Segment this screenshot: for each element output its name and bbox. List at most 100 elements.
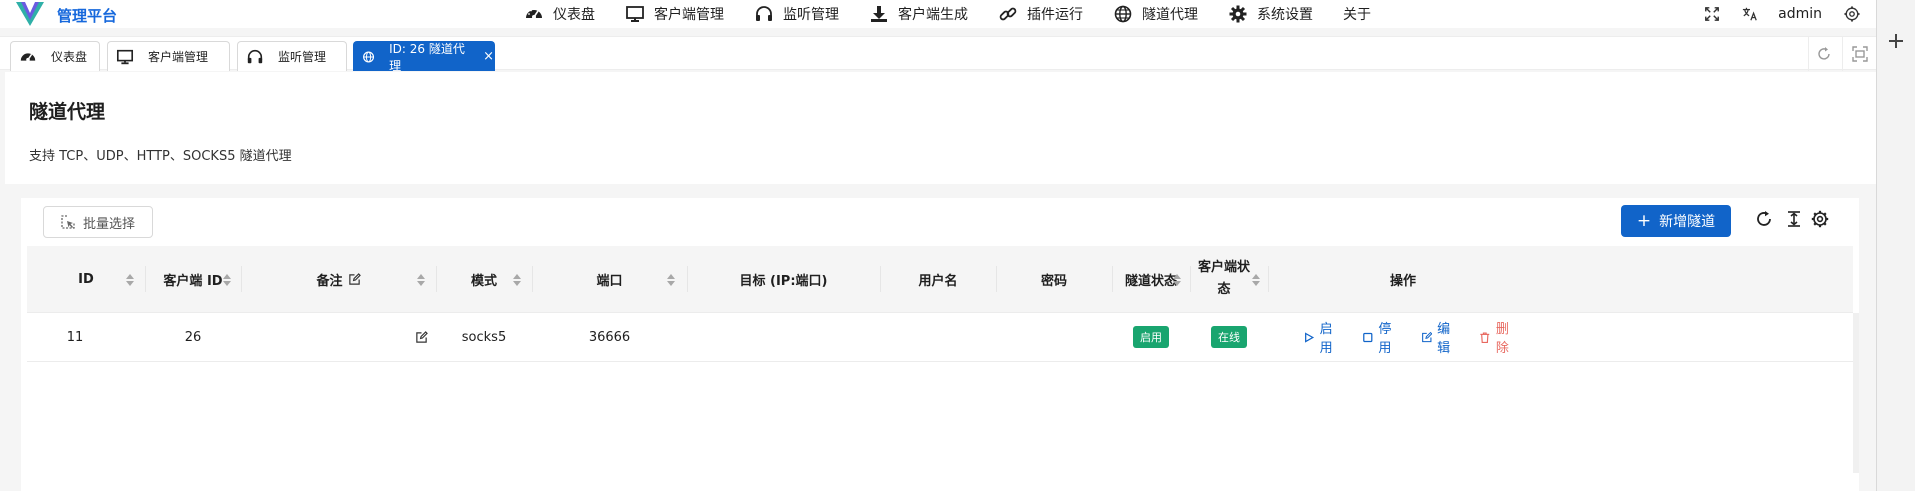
nav-item-client-gen[interactable]: 客户端生成: [869, 0, 968, 28]
monitor-icon: [626, 6, 644, 22]
reload-icon[interactable]: [1755, 210, 1773, 228]
close-icon[interactable]: ×: [483, 49, 494, 64]
edit-button[interactable]: 编辑: [1421, 318, 1461, 356]
sort-icon[interactable]: [1252, 274, 1260, 286]
settings-icon[interactable]: [1844, 6, 1860, 22]
sort-icon[interactable]: [223, 274, 231, 286]
edit-icon[interactable]: [415, 330, 428, 344]
tab-dashboard[interactable]: 仪表盘: [10, 41, 100, 71]
nav-item-tunnel[interactable]: 隧道代理: [1113, 0, 1198, 28]
cell-tunnel-status: 启用: [1112, 313, 1190, 361]
table-header: ID 客户端 ID 备注 模式 端口 目标 (IP:端口) 用户名 密码 隧道状…: [27, 246, 1853, 313]
col-header-label: 客户端 ID: [163, 273, 223, 289]
column-settings-icon[interactable]: [1811, 210, 1829, 228]
tab-label: 仪表盘: [51, 50, 88, 64]
fullscreen-icon[interactable]: [1704, 6, 1720, 22]
col-header-label: 用户名: [918, 273, 958, 289]
col-header-actions: 操作: [1268, 246, 1538, 312]
app-root: 管理平台 仪表盘 客户端管理 监听管理 客户端生成 插件运行 隧道代理 系统设置…: [0, 0, 1876, 491]
right-side-rail: [1876, 0, 1915, 491]
tunnel-table-card: 批量选择 + 新增隧道 ID 客户端 ID 备注 模式 端口 目标 (IP:端口…: [21, 198, 1859, 491]
top-header: 管理平台 仪表盘 客户端管理 监听管理 客户端生成 插件运行 隧道代理 系统设置…: [0, 0, 1876, 28]
col-header-label: 密码: [1040, 273, 1067, 289]
column-height-icon[interactable]: [1785, 210, 1803, 228]
col-header-label: 目标 (IP:端口): [739, 273, 828, 289]
col-header-label: 态: [1217, 282, 1231, 297]
refresh-icon[interactable]: [1816, 46, 1832, 62]
cell-username: [880, 313, 996, 361]
col-header-username: 用户名: [880, 246, 996, 312]
delete-button[interactable]: 删除: [1479, 318, 1519, 356]
col-header-label: 隧道状态: [1124, 273, 1177, 289]
headphones-icon: [247, 49, 263, 63]
sort-icon[interactable]: [667, 274, 675, 286]
brand-title[interactable]: 管理平台: [57, 5, 117, 26]
status-badge: 在线: [1211, 326, 1247, 348]
col-header-label: 端口: [596, 273, 623, 289]
add-icon[interactable]: [1889, 34, 1903, 48]
dashboard-icon: [526, 8, 542, 19]
status-badge: 启用: [1133, 326, 1169, 348]
enable-button[interactable]: 启用: [1303, 318, 1343, 356]
sort-icon[interactable]: [417, 274, 425, 286]
cell-id: 11: [66, 329, 84, 345]
cell-actions: 启用 停用 编辑 删除: [1268, 313, 1538, 361]
tab-clients[interactable]: 客户端管理: [107, 41, 230, 71]
globe-icon: [363, 51, 375, 62]
nav-item-clients[interactable]: 客户端管理: [625, 0, 724, 28]
cell-target: [687, 313, 880, 361]
tab-label: ID: 26 隧道代理: [389, 41, 465, 73]
disable-button[interactable]: 停用: [1362, 318, 1402, 356]
nav-item-listeners[interactable]: 监听管理: [754, 0, 839, 28]
divider: [1842, 37, 1843, 71]
col-header-password: 密码: [996, 246, 1112, 312]
add-tunnel-button[interactable]: + 新增隧道: [1621, 205, 1731, 237]
v-logo-icon[interactable]: [16, 2, 44, 26]
globe-icon: [1114, 5, 1132, 23]
user-name[interactable]: admin: [1778, 6, 1822, 22]
nav-label: 系统设置: [1257, 7, 1313, 23]
disable-label: 停用: [1378, 322, 1392, 356]
col-header-label: 客户端状: [1197, 260, 1250, 275]
sort-icon[interactable]: [1173, 274, 1181, 286]
edit-icon: [348, 272, 361, 285]
nav-label: 插件运行: [1027, 7, 1083, 23]
nav-item-plugins[interactable]: 插件运行: [998, 0, 1083, 28]
plus-icon: +: [1636, 211, 1652, 231]
col-header-port[interactable]: 端口: [532, 246, 687, 312]
page-title: 隧道代理: [29, 101, 106, 123]
batch-select-label: 批量选择: [82, 216, 135, 232]
dashboard-icon: [20, 52, 36, 61]
col-header-label: 备注: [316, 273, 343, 289]
sort-icon[interactable]: [513, 274, 521, 286]
enable-label: 启用: [1319, 322, 1333, 356]
col-header-label: 操作: [1389, 273, 1416, 289]
language-icon[interactable]: [1742, 6, 1758, 22]
table-scrollbar[interactable]: [1853, 313, 1859, 473]
maximize-icon[interactable]: [1852, 46, 1868, 62]
nav-item-about[interactable]: 关于: [1343, 0, 1371, 28]
monitor-icon: [116, 49, 134, 64]
tab-tunnel-id-26[interactable]: ID: 26 隧道代理 ×: [353, 41, 495, 73]
sort-icon[interactable]: [126, 274, 134, 286]
nav-label: 隧道代理: [1142, 7, 1198, 23]
nav-label: 监听管理: [783, 7, 839, 23]
nav-label: 仪表盘: [553, 7, 595, 23]
nav-item-dashboard[interactable]: 仪表盘: [524, 0, 595, 28]
trash-icon: [1480, 331, 1490, 343]
col-header-target: 目标 (IP:端口): [687, 246, 880, 312]
headphones-icon: [756, 6, 772, 21]
cell-mode: socks5: [461, 329, 507, 345]
nav-item-settings[interactable]: 系统设置: [1228, 0, 1313, 28]
col-header-remark[interactable]: 备注: [241, 246, 436, 312]
col-header-label: ID: [78, 271, 94, 287]
select-icon: [61, 215, 75, 229]
gear-icon: [1229, 5, 1247, 23]
tab-listeners[interactable]: 监听管理: [237, 41, 347, 71]
cell-client-status: 在线: [1190, 313, 1268, 361]
tab-label: 客户端管理: [148, 50, 209, 64]
link-icon: [999, 7, 1017, 21]
divider: [1808, 37, 1809, 71]
table-row: 11 26 socks5 36666 启用 在线 启用 停用 编辑 删除: [27, 313, 1853, 362]
batch-select-button[interactable]: 批量选择: [43, 206, 153, 238]
